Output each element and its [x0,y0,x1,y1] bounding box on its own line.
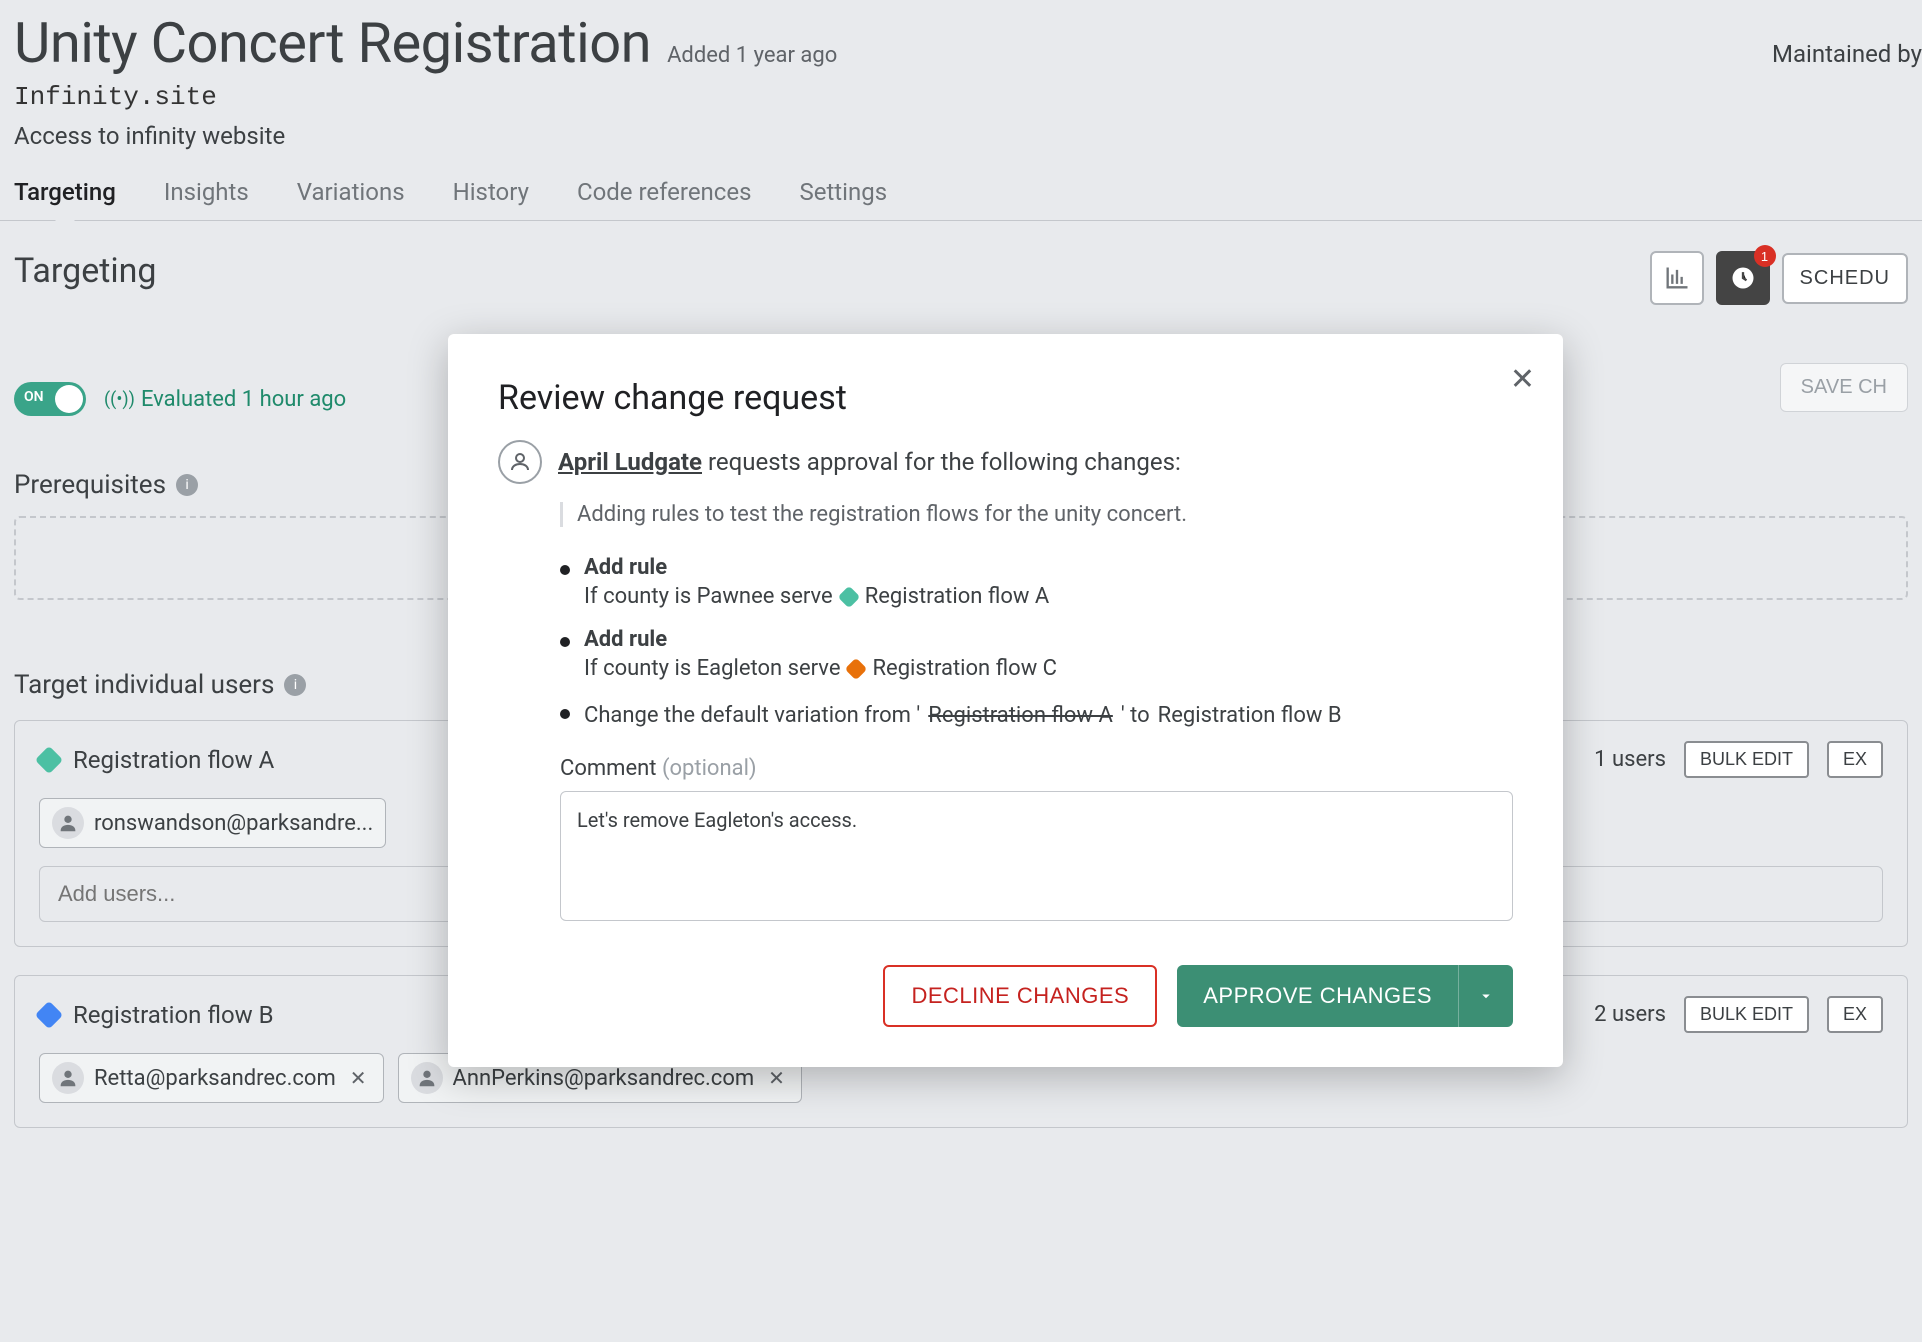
user-count: 1 users [1594,747,1666,772]
comment-label-text: Comment [560,756,656,781]
remove-chip-icon[interactable]: ✕ [346,1066,371,1090]
evaluated-text: ((•)) Evaluated 1 hour ago [104,387,346,412]
close-icon[interactable]: ✕ [1510,362,1535,397]
target-users-label: Target individual users [14,670,274,700]
default-change-to: Registration flow B [1158,703,1342,728]
chart-icon [1663,264,1691,292]
avatar-icon [411,1062,443,1094]
variation-name: Registration flow A [73,746,274,774]
ex-button[interactable]: EX [1827,996,1883,1033]
tab-insights[interactable]: Insights [164,178,249,220]
added-ago: Added 1 year ago [667,43,837,68]
change-item: Change the default variation from ' Regis… [560,699,1513,728]
pulse-icon: ((•)) [104,389,135,410]
bulk-edit-button[interactable]: BULK EDIT [1684,996,1809,1033]
change-prefix: If county is Eagleton serve [584,656,840,681]
page-title: Unity Concert Registration [14,10,651,76]
schedule-button[interactable]: SCHEDU [1782,253,1908,304]
chip-email: AnnPerkins@parksandrec.com [453,1066,755,1091]
change-variation: Registration flow A [865,584,1050,609]
toggle-knob [55,385,83,413]
tab-history[interactable]: History [453,178,529,220]
pending-badge: 1 [1754,245,1776,267]
chip-email: ronswandson@parksandre... [94,811,373,836]
default-change-from: Registration flow A [928,703,1113,728]
ex-button[interactable]: EX [1827,741,1883,778]
tab-variations[interactable]: Variations [297,178,405,220]
requester-row: April Ludgate requests approval for the … [498,440,1513,484]
bullet-icon [560,637,570,647]
avatar-icon [498,440,542,484]
page-header: Unity Concert Registration Added 1 year … [0,0,1922,150]
change-prefix: If county is Pawnee serve [584,584,833,609]
bullet-icon [560,565,570,575]
modal-title: Review change request [498,378,1513,418]
info-icon[interactable]: i [176,474,198,496]
diamond-icon [845,657,868,680]
maintained-by: Maintained by [1772,40,1922,68]
avatar-icon [52,807,84,839]
avatar-icon [52,1062,84,1094]
change-title: Add rule [584,555,1049,580]
user-chip[interactable]: ronswandson@parksandre... [39,798,386,848]
decline-button[interactable]: DECLINE CHANGES [883,965,1157,1027]
comment-textarea[interactable] [560,791,1513,921]
evaluated-label: Evaluated 1 hour ago [141,387,346,412]
tab-bar: Targeting Insights Variations History Co… [0,150,1922,221]
toggle-label: ON [24,389,44,405]
save-changes-button[interactable]: SAVE CH [1780,363,1908,412]
changes-list: Add rule If county is Pawnee serve Regis… [560,555,1513,728]
bullet-icon [560,709,570,719]
section-title: Targeting [14,251,157,291]
clock-icon [1729,264,1757,292]
request-text: requests approval for the following chan… [708,448,1181,476]
request-description: Adding rules to test the registration fl… [560,502,1513,527]
chevron-down-icon [1477,987,1495,1005]
diamond-icon [35,1000,63,1028]
tab-settings[interactable]: Settings [799,178,887,220]
change-title: Add rule [584,627,1057,652]
chip-email: Retta@parksandrec.com [94,1066,336,1091]
clock-icon-button[interactable]: 1 [1716,251,1770,305]
user-chip[interactable]: Retta@parksandrec.com ✕ [39,1053,384,1103]
approve-dropdown[interactable] [1458,965,1513,1027]
default-change-mid: ' to [1121,703,1150,728]
site-code: Infinity.site [14,82,1908,112]
prerequisites-label: Prerequisites [14,470,166,500]
variation-name: Registration flow B [73,1001,274,1029]
diamond-icon [35,745,63,773]
tab-targeting[interactable]: Targeting [14,178,116,220]
chart-icon-button[interactable] [1650,251,1704,305]
comment-label: Comment (optional) [560,756,1513,781]
flag-toggle[interactable]: ON [14,382,86,416]
bulk-edit-button[interactable]: BULK EDIT [1684,741,1809,778]
comment-optional: (optional) [662,756,757,781]
tab-code-references[interactable]: Code references [577,178,752,220]
site-description: Access to infinity website [14,122,1908,150]
default-change-prefix: Change the default variation from ' [584,703,920,728]
change-variation: Registration flow C [872,656,1057,681]
change-item: Add rule If county is Eagleton serve Reg… [560,627,1513,681]
requester-name[interactable]: April Ludgate [558,448,702,476]
diamond-icon [837,585,860,608]
remove-chip-icon[interactable]: ✕ [764,1066,789,1090]
review-change-modal: ✕ Review change request April Ludgate re… [448,334,1563,1067]
user-count: 2 users [1594,1002,1666,1027]
change-item: Add rule If county is Pawnee serve Regis… [560,555,1513,609]
info-icon[interactable]: i [284,674,306,696]
approve-button[interactable]: APPROVE CHANGES [1177,965,1458,1027]
